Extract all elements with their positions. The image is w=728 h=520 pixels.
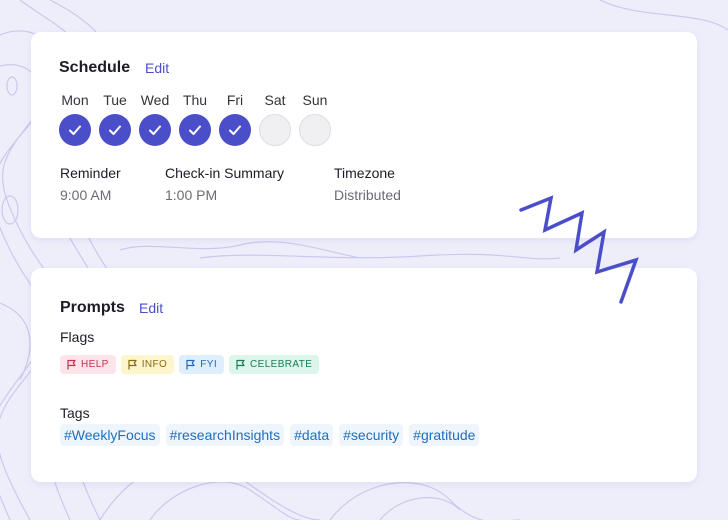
day-label: Tue [103,92,127,108]
day-toggle-sun[interactable] [299,114,331,146]
day-label: Sun [302,92,328,108]
tag-chip[interactable]: #data [290,424,334,446]
day-toggle-fri[interactable] [219,114,251,146]
day-label: Sat [264,92,286,108]
prompts-title: Prompts [60,299,125,316]
day-label: Fri [226,92,244,108]
checkin-summary-value: 1:00 PM [165,187,218,203]
day-mon: Mon [59,92,91,146]
day-thu: Thu [179,92,211,146]
timezone-value: Distributed [334,187,401,203]
day-wed: Wed [139,92,171,146]
flag-fyi[interactable]: FYI [179,355,224,374]
check-icon [149,125,161,135]
tags-list: #WeeklyFocus #researchInsights #data #se… [60,424,480,446]
flag-label: CELEBRATE [250,359,313,370]
day-toggle-mon[interactable] [59,114,91,146]
flag-label: HELP [81,359,109,370]
flag-icon [67,359,76,370]
day-toggle-tue[interactable] [99,114,131,146]
tags-label: Tags [60,405,90,421]
weekday-selector: Mon Tue Wed Thu Fri Sat Sun [59,92,331,146]
flag-info[interactable]: INFO [120,355,175,374]
day-toggle-sat[interactable] [259,114,291,146]
checkin-summary-setting: Check-in Summary 1:00 PM [165,165,284,203]
timezone-setting: Timezone Distributed [334,165,401,203]
day-sun: Sun [299,92,331,146]
day-tue: Tue [99,92,131,146]
reminder-setting: Reminder 9:00 AM [60,165,121,203]
check-icon [109,125,121,135]
prompts-edit-link[interactable]: Edit [139,300,163,316]
schedule-card: Schedule Edit Mon Tue Wed Thu Fri Sat Su… [31,32,697,238]
flag-icon [236,359,245,370]
flag-label: INFO [141,359,168,370]
timezone-label: Timezone [334,165,395,181]
tag-chip[interactable]: #researchInsights [165,424,285,446]
flags-label: Flags [60,329,95,345]
tag-chip[interactable]: #gratitude [409,424,480,446]
day-toggle-thu[interactable] [179,114,211,146]
flag-celebrate[interactable]: CELEBRATE [229,355,320,374]
flag-icon [186,359,195,370]
checkin-summary-label: Check-in Summary [165,165,285,181]
flags-list: HELP INFO FYI CELEBRATE [60,355,320,374]
schedule-edit-link[interactable]: Edit [145,60,169,76]
day-label: Thu [182,92,208,108]
flag-icon [128,359,137,370]
reminder-value: 9:00 AM [60,187,112,203]
check-icon [69,125,81,135]
day-label: Mon [61,92,89,108]
reminder-label: Reminder [60,165,121,181]
tag-chip[interactable]: #security [339,424,404,446]
day-label: Wed [140,92,170,108]
schedule-title: Schedule [59,59,131,76]
prompts-card: Prompts Edit Flags HELP INFO FYI CELEBRA… [31,268,697,482]
check-icon [229,125,241,135]
day-toggle-wed[interactable] [139,114,171,146]
day-sat: Sat [259,92,291,146]
day-fri: Fri [219,92,251,146]
check-icon [189,125,201,135]
flag-label: FYI [200,359,217,370]
tag-chip[interactable]: #WeeklyFocus [60,424,160,446]
flag-help[interactable]: HELP [60,355,116,374]
